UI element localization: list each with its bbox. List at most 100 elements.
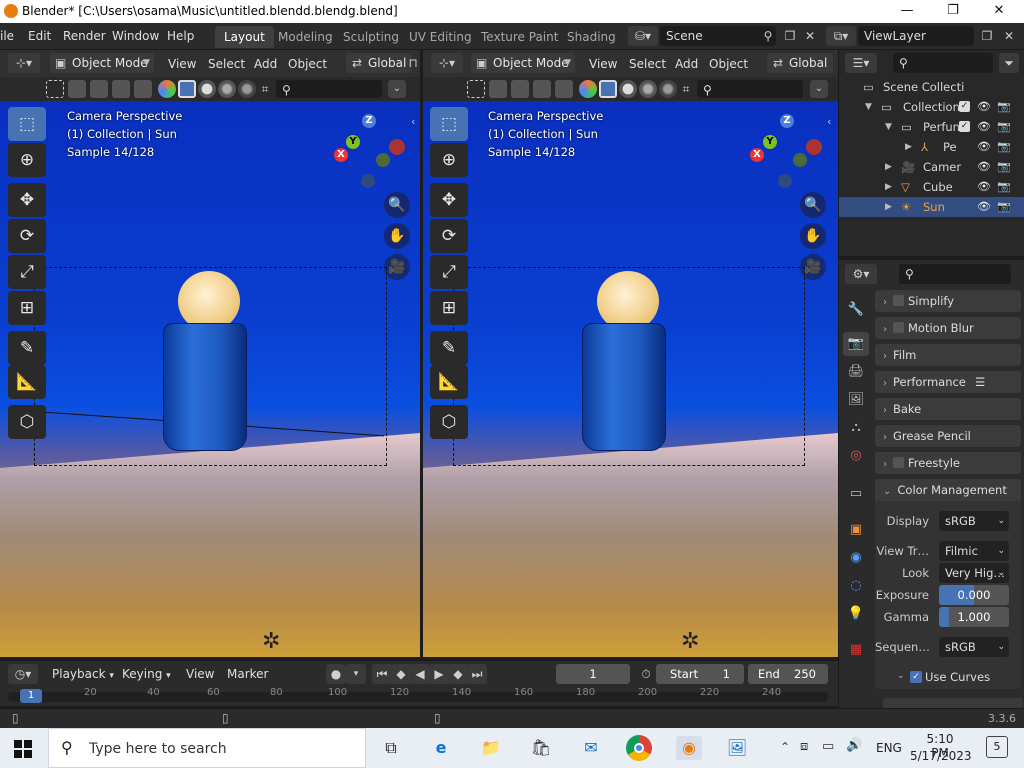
scene-tab-icon[interactable]: ⛬ xyxy=(843,416,869,440)
jump-end-icon[interactable]: ⏭ xyxy=(467,664,487,684)
expand-arrow-icon[interactable]: ▼ xyxy=(865,97,872,117)
render-camera-icon[interactable]: 📷 xyxy=(997,177,1011,197)
language-indicator[interactable]: ENG xyxy=(876,741,902,755)
outliner-search-input[interactable]: ⚲ xyxy=(893,53,993,73)
transform-orientation-dropdown[interactable]: ⇄ Global xyxy=(767,53,833,73)
expand-arrow-icon[interactable]: ▶ xyxy=(885,157,892,177)
photos-icon[interactable]: 🖼 xyxy=(724,736,750,760)
play-icon[interactable]: ▶ xyxy=(429,664,449,684)
physics-tab-icon[interactable]: ◌ xyxy=(843,574,869,598)
right-viewport[interactable]: Camera Perspective (1) Collection | Sun … xyxy=(423,101,838,657)
pan-hand-icon[interactable]: ✋ xyxy=(800,223,826,249)
menu-edit[interactable]: Edit xyxy=(28,29,51,43)
show-hidden-icons-icon[interactable]: ⌃ xyxy=(780,740,790,754)
visibility-eye-icon[interactable]: 👁 xyxy=(977,137,991,157)
keying-set-icon[interactable]: ▾ xyxy=(346,664,366,684)
gizmo-z-axis[interactable]: Z xyxy=(780,114,794,128)
tab-texture-paint[interactable]: Texture Paint xyxy=(472,26,567,48)
start-frame-field[interactable]: Start 1 xyxy=(656,664,744,684)
outliner-row-sun[interactable]: ▶ ☀ Sun 👁 📷 xyxy=(839,197,1024,217)
wireframe-shading-icon[interactable] xyxy=(599,80,617,98)
render-camera-icon[interactable]: 📷 xyxy=(997,157,1011,177)
material-shading-icon[interactable] xyxy=(639,80,657,98)
display-dropdown[interactable]: sRGB ⌄ xyxy=(939,511,1009,531)
gizmo-neg-x-axis[interactable] xyxy=(389,139,405,155)
look-dropdown[interactable]: Very Hig… ⌄ xyxy=(939,563,1009,583)
notifications-icon[interactable]: 5 xyxy=(986,736,1008,758)
measure-tool[interactable]: 📐 xyxy=(8,365,46,399)
view-layer-name-field[interactable]: ViewLayer xyxy=(858,26,974,46)
select-mode-icon[interactable] xyxy=(533,80,551,98)
current-frame-field[interactable]: 1 xyxy=(556,664,630,684)
gizmo-x-axis[interactable]: X xyxy=(334,148,348,162)
new-scene-icon[interactable]: ❐ xyxy=(780,26,800,46)
select-menu[interactable]: Select xyxy=(629,57,666,71)
mail-icon[interactable]: ✉ xyxy=(578,736,604,760)
render-camera-icon[interactable]: 📷 xyxy=(997,137,1011,157)
grease-pencil-panel[interactable]: › Grease Pencil xyxy=(875,425,1021,447)
pan-hand-icon[interactable]: ✋ xyxy=(384,223,410,249)
camera-view-icon[interactable]: 🎥 xyxy=(384,254,410,280)
clock-date[interactable]: 5/17/2023 xyxy=(910,749,972,763)
rotate-tool[interactable]: ⟳ xyxy=(430,219,468,253)
annotate-tool[interactable]: ✎ xyxy=(8,331,46,365)
select-mode-icon[interactable] xyxy=(489,80,507,98)
scene-browse-icon[interactable]: ⛁▾ xyxy=(628,26,658,46)
gizmo-neg-z-axis[interactable] xyxy=(361,174,375,188)
solid-shading-icon[interactable] xyxy=(619,80,637,98)
timeline-view-menu[interactable]: View xyxy=(186,667,214,681)
record-icon[interactable]: ● xyxy=(326,664,346,684)
gizmo-neg-y-axis[interactable] xyxy=(793,153,807,167)
object-menu[interactable]: Object xyxy=(288,57,327,71)
render-tab-icon[interactable]: 📷 xyxy=(843,332,869,356)
rendered-shading-icon[interactable] xyxy=(238,80,256,98)
viewport-search-input[interactable]: ⚲ xyxy=(276,80,382,98)
gizmo-y-axis[interactable]: Y xyxy=(346,135,360,149)
visibility-eye-icon[interactable]: 👁 xyxy=(977,157,991,177)
object-mode-dropdown[interactable]: ▣ Object Mode ▼ xyxy=(50,53,154,73)
select-menu[interactable]: Select xyxy=(208,57,245,71)
simplify-panel[interactable]: › Simplify xyxy=(875,290,1021,312)
unlink-scene-icon[interactable]: ✕ xyxy=(800,26,820,46)
visibility-eye-icon[interactable]: 👁 xyxy=(977,197,991,217)
exposure-slider[interactable]: 0.000 xyxy=(939,585,1009,605)
network-icon[interactable]: ▭ xyxy=(822,739,834,754)
playhead[interactable]: 1 xyxy=(20,689,42,703)
editor-type-icon[interactable]: ⊹▾ xyxy=(8,53,40,73)
taskbar-search-box[interactable]: ⚲ Type here to search xyxy=(48,728,366,768)
tab-shading[interactable]: Shading xyxy=(558,26,625,48)
add-menu[interactable]: Add xyxy=(675,57,698,71)
gizmo-neg-x-axis[interactable] xyxy=(806,139,822,155)
viewport-search-input[interactable]: ⚲ xyxy=(697,80,803,98)
scale-tool[interactable]: ⤢ xyxy=(8,255,46,289)
gizmo-y-axis[interactable]: Y xyxy=(763,135,777,149)
view-menu[interactable]: View xyxy=(589,57,617,71)
tab-sculpting[interactable]: Sculpting xyxy=(334,26,408,48)
chrome-icon[interactable] xyxy=(626,735,652,761)
outliner-editor-type-icon[interactable]: ☰▾ xyxy=(845,53,877,73)
gizmo-z-axis[interactable]: Z xyxy=(362,114,376,128)
world-tab-icon[interactable]: ◎ xyxy=(843,444,869,468)
zoom-icon[interactable]: 🔍 xyxy=(384,192,410,218)
render-camera-icon[interactable]: 📷 xyxy=(997,197,1011,217)
file-explorer-icon[interactable]: 📁 xyxy=(478,736,504,760)
outliner-row-scene-collection[interactable]: ▭ Scene Collecti xyxy=(839,77,1024,97)
view-layer-tab-icon[interactable]: 🖼 xyxy=(843,388,869,412)
collapse-icon[interactable]: ⌄ xyxy=(388,80,406,98)
pin-icon[interactable]: ⚲ xyxy=(758,26,778,46)
object-mode-dropdown[interactable]: ▣ Object Mode ▼ xyxy=(471,53,575,73)
tab-modeling[interactable]: Modeling xyxy=(269,26,342,48)
overlay-icon[interactable]: ⌗ xyxy=(677,80,695,98)
windows-start-icon[interactable] xyxy=(14,740,32,758)
object-data-tab-icon[interactable]: 💡 xyxy=(843,602,869,626)
measure-tool[interactable]: 📐 xyxy=(430,365,468,399)
select-mode-icon[interactable] xyxy=(90,80,108,98)
transform-tool[interactable]: ⊞ xyxy=(430,291,468,325)
volume-icon[interactable]: 🔊 xyxy=(846,738,862,753)
gamma-slider[interactable]: 1.000 xyxy=(939,607,1009,627)
sequencer-dropdown[interactable]: sRGB ⌄ xyxy=(939,637,1009,657)
outliner-row-perfume[interactable]: ▼ ▭ Perfun ✓ 👁 📷 xyxy=(839,117,1024,137)
exclude-checkbox[interactable]: ✓ xyxy=(959,121,970,132)
move-tool[interactable]: ✥ xyxy=(430,183,468,217)
gizmo-x-axis[interactable]: X xyxy=(750,148,764,162)
